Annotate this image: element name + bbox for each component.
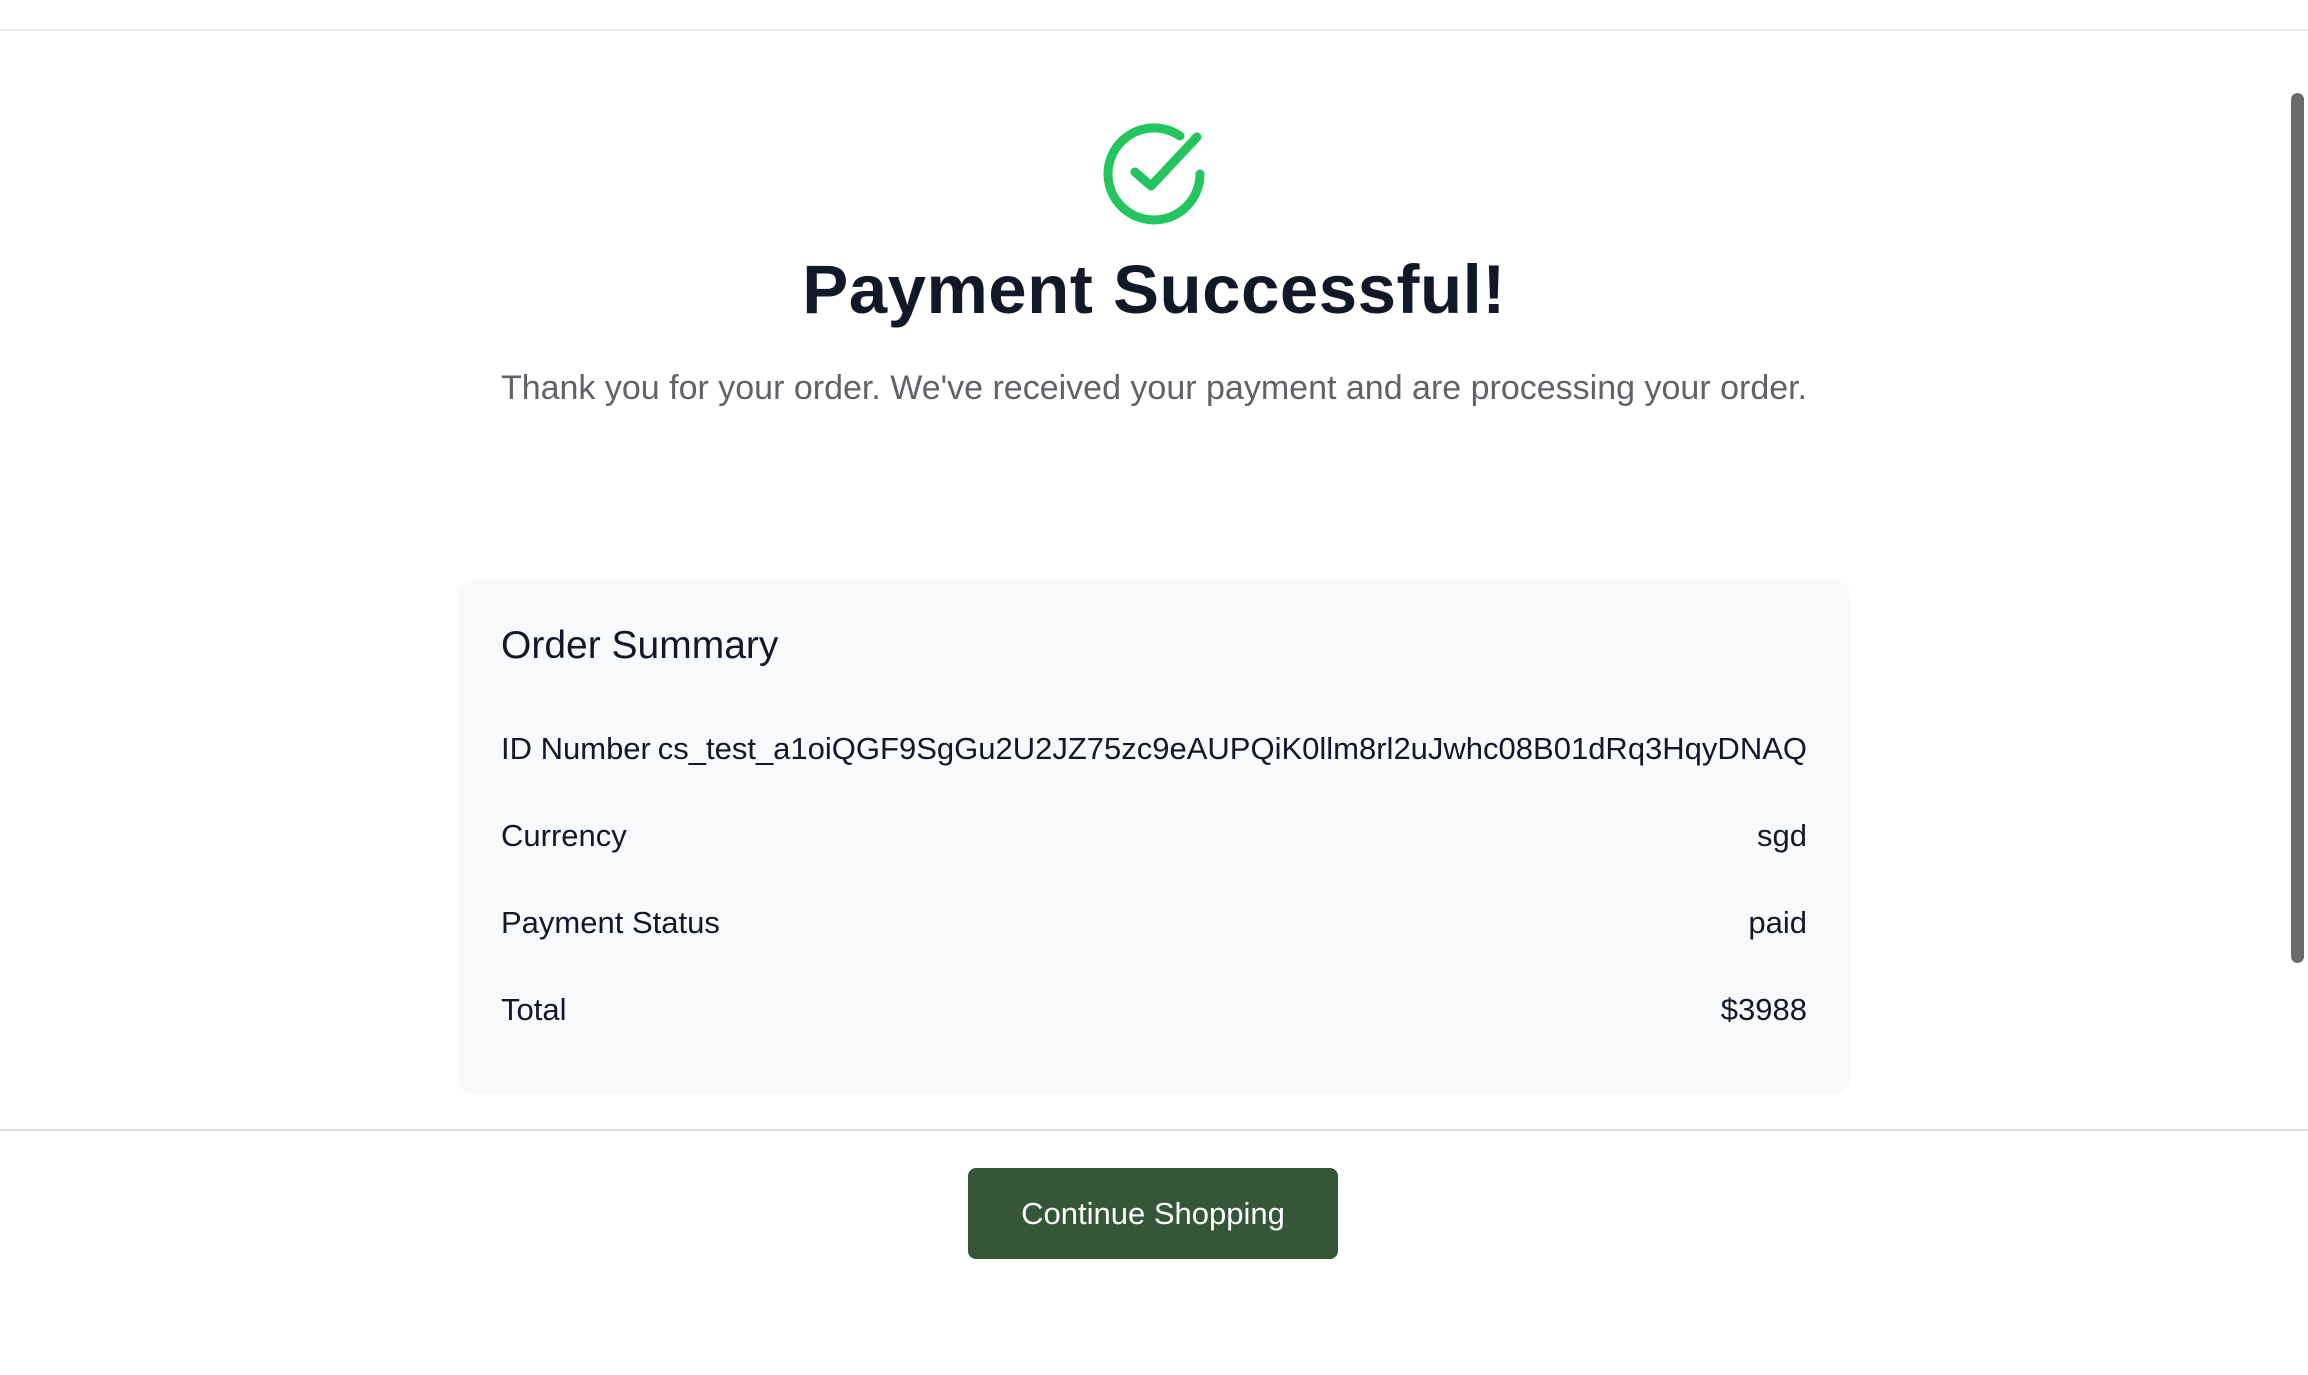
summary-row-total: Total $3988 [501,988,1807,1032]
total-label: Total [501,992,567,1027]
currency-value: sgd [1757,818,1807,853]
check-circle-icon [1098,118,1210,230]
payment-status-value: paid [1748,905,1807,940]
top-divider [0,29,2308,31]
scrollbar-thumb[interactable] [2291,93,2304,963]
summary-row-id-number: ID Number cs_test_a1oiQGF9SgGu2U2JZ75zc9… [501,727,1807,771]
scrollbar[interactable] [2286,31,2308,1131]
total-value: $3988 [1720,992,1807,1027]
id-number-label: ID Number [501,731,651,766]
currency-label: Currency [501,818,627,853]
continue-shopping-button[interactable]: Continue Shopping [968,1168,1338,1259]
order-summary-title: Order Summary [501,624,779,667]
summary-row-currency: Currency sgd [501,814,1807,858]
id-number-value: cs_test_a1oiQGF9SgGu2U2JZ75zc9eAUPQiK0ll… [657,731,1807,766]
summary-row-payment-status: Payment Status paid [501,901,1807,945]
confirmation-message: Thank you for your order. We've received… [500,369,1808,407]
payment-status-label: Payment Status [501,905,720,940]
page-title: Payment Successful! [802,251,1506,328]
order-summary-card: Order Summary ID Number cs_test_a1oiQGF9… [457,580,1851,1094]
footer-divider [0,1129,2308,1131]
